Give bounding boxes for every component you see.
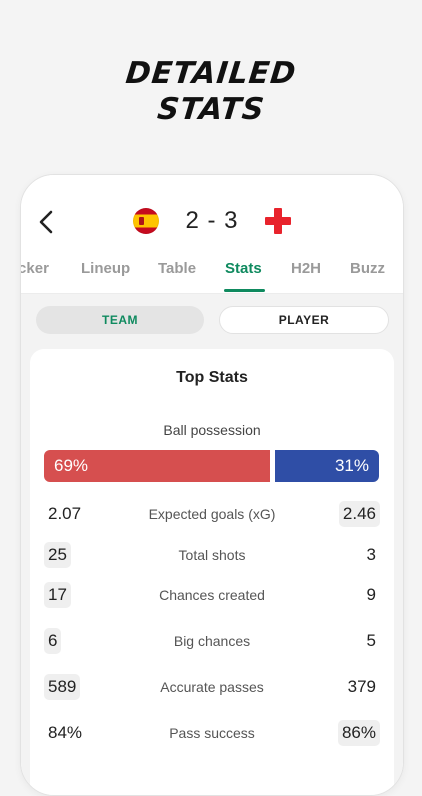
stat-away-value: 5 [366,631,376,650]
stat-label: Total shots [178,547,246,563]
spain-flag-icon[interactable] [133,208,159,234]
match-score: 2 - 3 [185,207,239,234]
stat-row-chances-created: Chances created 17 9 [30,581,394,609]
phone-screen: 2 - 3 Ticker Lineup Table Stats H2H Buzz… [20,174,404,796]
stat-away-value: 2.46 [338,501,380,527]
stat-label: Accurate passes [160,679,264,695]
stat-label: Big chances [173,633,251,649]
tab-h2h[interactable]: H2H [291,257,321,281]
stat-home-value: 6 [44,628,62,654]
stat-away-value: 3 [366,545,376,564]
player-toggle-button[interactable]: PLAYER [219,306,389,334]
stat-row-big-chances: Big chances 6 5 [30,627,394,655]
stat-row-xg: Expected goals (xG) 2.07 2.46 [30,500,394,528]
stat-away-value: 86% [337,720,380,746]
stat-label: Chances created [159,587,265,603]
tab-table[interactable]: Table [158,257,196,281]
stat-row-pass-success: Pass success 84% 86% [30,719,394,747]
stats-content: TEAM PLAYER Top Stats Ball possession 69… [21,293,403,795]
stat-home-value: 84% [48,723,83,742]
top-stats-card: Top Stats Ball possession 69% 31% Expect… [30,349,394,795]
possession-home-bar: 69% [44,450,270,482]
stat-home-value: 17 [44,582,71,608]
stat-row-total-shots: Total shots 25 3 [30,541,394,569]
card-title: Top Stats [176,369,248,386]
stat-home-value: 589 [44,674,81,700]
tab-stats[interactable]: Stats [225,257,262,281]
stat-home-value: 2.07 [48,504,82,523]
promo-headline: DETAILED STATS [0,56,422,128]
stat-away-value: 379 [347,677,376,696]
possession-label: Ball possession [163,422,261,438]
active-tab-indicator [224,289,265,292]
score-row: 2 - 3 [21,205,403,239]
possession-away-bar: 31% [275,450,379,482]
england-flag-icon[interactable] [265,208,291,234]
tab-ticker[interactable]: Ticker [21,257,49,281]
tab-bar: Ticker Lineup Table Stats H2H Buzz [21,253,403,293]
tab-lineup[interactable]: Lineup [81,257,130,281]
headline-line-1: DETAILED [123,56,299,91]
tab-buzz[interactable]: Buzz [350,257,385,281]
stat-row-accurate-passes: Accurate passes 589 379 [30,673,394,701]
headline-line-2: STATS [155,92,267,127]
match-header: 2 - 3 Ticker Lineup Table Stats H2H Buzz [21,175,403,293]
stat-home-value: 25 [44,542,71,568]
stat-away-value: 9 [366,585,376,604]
team-toggle-button[interactable]: TEAM [36,306,204,334]
